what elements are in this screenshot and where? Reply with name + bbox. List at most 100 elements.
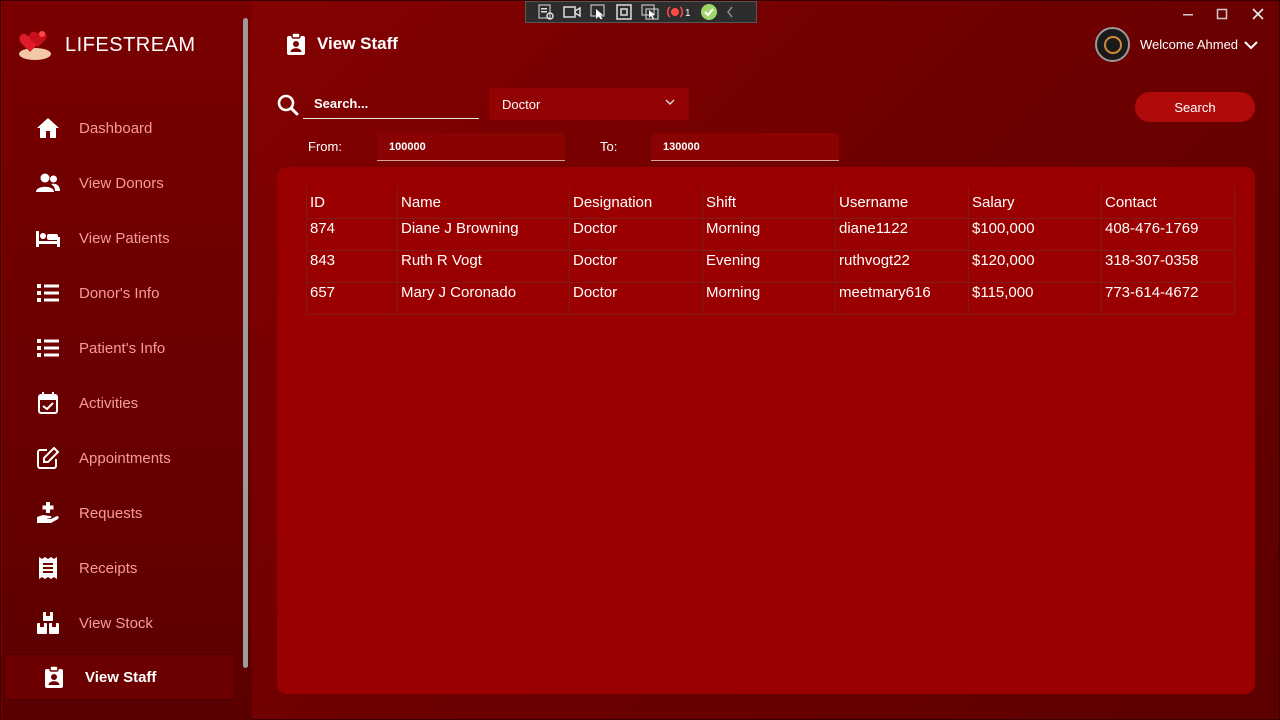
user-menu[interactable]: Welcome Ahmed bbox=[1095, 27, 1258, 62]
cell-shift: Evening bbox=[702, 250, 836, 283]
boxes-icon bbox=[36, 611, 60, 635]
receipt-icon bbox=[36, 556, 60, 580]
cell-id: 843 bbox=[306, 250, 398, 283]
search-button[interactable]: Search bbox=[1135, 92, 1255, 122]
staff-table-panel: ID Name Designation Shift Username Salar… bbox=[277, 167, 1255, 694]
cell-username: meetmary616 bbox=[835, 282, 969, 315]
staff-table: ID Name Designation Shift Username Salar… bbox=[306, 187, 1235, 315]
clipboard-user-icon bbox=[287, 33, 305, 55]
cell-shift: Morning bbox=[702, 282, 836, 315]
salary-to-input[interactable] bbox=[651, 133, 839, 161]
column-header-username[interactable]: Username bbox=[835, 187, 969, 219]
sidebar-item-patients-info[interactable]: Patient's Info bbox=[4, 325, 236, 371]
app-window: LIFESTREAM Dashboard View Donors View Pa… bbox=[0, 0, 1280, 720]
sidebar-item-donors-info[interactable]: Donor's Info bbox=[4, 270, 236, 316]
search-icon bbox=[277, 94, 299, 121]
sidebar-item-label: Activities bbox=[79, 394, 139, 412]
sidebar-item-label: View Donors bbox=[79, 174, 164, 192]
column-header-contact[interactable]: Contact bbox=[1101, 187, 1235, 219]
search-input[interactable] bbox=[303, 89, 479, 119]
sidebar-item-requests[interactable]: Requests bbox=[4, 490, 236, 536]
sidebar-item-view-donors[interactable]: View Donors bbox=[4, 160, 236, 206]
home-icon bbox=[36, 116, 60, 140]
cell-salary: $120,000 bbox=[968, 250, 1102, 283]
from-label: From: bbox=[308, 139, 342, 154]
debug-toolbar: 1 bbox=[525, 1, 757, 23]
column-header-id[interactable]: ID bbox=[306, 187, 398, 219]
sidebar-item-label: View Stock bbox=[79, 614, 153, 632]
cell-designation: Doctor bbox=[569, 218, 703, 251]
cell-id: 657 bbox=[306, 282, 398, 315]
designation-select[interactable]: Doctor bbox=[489, 88, 689, 120]
track-focus-icon[interactable] bbox=[640, 4, 659, 20]
layout-adorner-icon[interactable] bbox=[614, 4, 633, 20]
sidebar-item-label: View Staff bbox=[85, 668, 157, 686]
sidebar-scrollbar[interactable] bbox=[243, 18, 248, 668]
app-name: LIFESTREAM bbox=[65, 33, 196, 56]
select-element-icon[interactable] bbox=[588, 4, 607, 20]
collapse-icon[interactable] bbox=[725, 4, 735, 20]
column-header-designation[interactable]: Designation bbox=[569, 187, 703, 219]
sidebar-item-label: Appointments bbox=[79, 449, 171, 467]
sidebar-item-appointments[interactable]: Appointments bbox=[4, 435, 236, 481]
avatar[interactable] bbox=[1095, 27, 1130, 62]
cell-contact: 773-614-4672 bbox=[1101, 282, 1235, 315]
cell-designation: Doctor bbox=[569, 282, 703, 315]
column-header-salary[interactable]: Salary bbox=[968, 187, 1102, 219]
chevron-down-icon bbox=[665, 99, 675, 105]
cell-designation: Doctor bbox=[569, 250, 703, 283]
list-icon bbox=[36, 281, 60, 305]
sidebar-item-label: Receipts bbox=[79, 559, 138, 577]
page-title: View Staff bbox=[317, 34, 398, 53]
page-header: View Staff bbox=[287, 33, 398, 55]
list-icon bbox=[36, 336, 60, 360]
cell-name: Diane J Browning bbox=[397, 218, 570, 251]
logo-icon bbox=[19, 31, 51, 60]
sidebar-item-label: View Patients bbox=[79, 229, 170, 247]
minimize-button[interactable] bbox=[1178, 5, 1198, 23]
sidebar-item-label: Patient's Info bbox=[79, 339, 166, 357]
binding-failures-icon[interactable]: 1 bbox=[666, 4, 692, 20]
bed-icon bbox=[36, 226, 60, 250]
table-header-row: ID Name Designation Shift Username Salar… bbox=[306, 187, 1235, 219]
sidebar-item-dashboard[interactable]: Dashboard bbox=[4, 105, 236, 151]
table-row[interactable]: 657 Mary J Coronado Doctor Morning meetm… bbox=[306, 282, 1235, 315]
cell-contact: 318-307-0358 bbox=[1101, 250, 1235, 283]
cell-name: Ruth R Vogt bbox=[397, 250, 570, 283]
cell-contact: 408-476-1769 bbox=[1101, 218, 1235, 251]
cell-name: Mary J Coronado bbox=[397, 282, 570, 315]
cell-username: ruthvogt22 bbox=[835, 250, 969, 283]
sidebar: LIFESTREAM Dashboard View Donors View Pa… bbox=[2, 2, 252, 720]
table-row[interactable]: 874 Diane J Browning Doctor Morning dian… bbox=[306, 218, 1235, 251]
salary-from-input[interactable] bbox=[377, 133, 565, 161]
cell-salary: $115,000 bbox=[968, 282, 1102, 315]
column-header-name[interactable]: Name bbox=[397, 187, 570, 219]
camera-icon[interactable] bbox=[562, 4, 581, 20]
sidebar-item-activities[interactable]: Activities bbox=[4, 380, 236, 426]
chevron-down-icon[interactable] bbox=[1244, 40, 1258, 50]
cell-salary: $100,000 bbox=[968, 218, 1102, 251]
cell-id: 874 bbox=[306, 218, 398, 251]
binding-failures-count: 1 bbox=[685, 8, 691, 19]
calendar-check-icon bbox=[36, 391, 60, 415]
designation-selected-value: Doctor bbox=[502, 96, 541, 112]
check-icon[interactable] bbox=[699, 4, 718, 20]
users-icon bbox=[36, 171, 60, 195]
brand: LIFESTREAM bbox=[16, 28, 196, 62]
sidebar-item-receipts[interactable]: Receipts bbox=[4, 545, 236, 591]
close-button[interactable] bbox=[1248, 5, 1268, 23]
maximize-button[interactable] bbox=[1212, 5, 1232, 23]
to-label: To: bbox=[600, 139, 618, 154]
hand-medical-icon bbox=[36, 501, 60, 525]
column-header-shift[interactable]: Shift bbox=[702, 187, 836, 219]
clipboard-user-icon bbox=[42, 665, 66, 689]
inspect-icon[interactable] bbox=[536, 4, 555, 20]
sidebar-item-label: Dashboard bbox=[79, 119, 153, 137]
sidebar-item-view-stock[interactable]: View Stock bbox=[4, 600, 236, 646]
sidebar-item-view-patients[interactable]: View Patients bbox=[4, 215, 236, 261]
cell-shift: Morning bbox=[702, 218, 836, 251]
table-row[interactable]: 843 Ruth R Vogt Doctor Evening ruthvogt2… bbox=[306, 250, 1235, 283]
cell-username: diane1122 bbox=[835, 218, 969, 251]
sidebar-item-view-staff[interactable]: View Staff bbox=[4, 654, 236, 700]
sidebar-item-label: Donor's Info bbox=[79, 284, 160, 302]
